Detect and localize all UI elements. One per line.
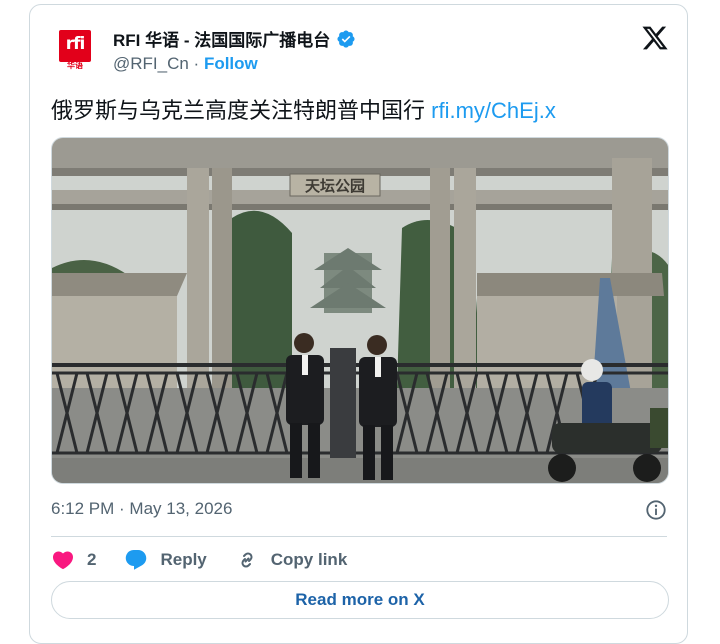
timestamp-row: 6:12 PM · May 13, 2026: [51, 499, 667, 523]
action-bar: 2 Reply Copy link: [51, 547, 375, 573]
like-count: 2: [87, 550, 97, 569]
tweet-card: rfi 华语 RFI 华语 - 法国国际广播电台 @RFI_Cn · Follo…: [29, 4, 688, 644]
tweet-body: 俄罗斯与乌克兰高度关注特朗普中国行: [51, 98, 426, 123]
read-more-button[interactable]: Read more on X: [51, 581, 669, 619]
gate-sign: 天坛公园: [305, 177, 365, 195]
copy-link-label: Copy link: [270, 550, 348, 569]
handle[interactable]: @RFI_Cn: [113, 54, 189, 73]
tweet-photo[interactable]: 天坛公园: [51, 137, 669, 484]
tweet-header: rfi 华语 RFI 华语 - 法国国际广播电台 @RFI_Cn · Follo…: [51, 20, 669, 80]
name-row: RFI 华语 - 法国国际广播电台: [113, 26, 356, 51]
avatar[interactable]: rfi 华语: [51, 26, 95, 70]
rfi-logo-text: rfi: [65, 34, 86, 54]
copy-link-button[interactable]: Copy link: [235, 548, 348, 572]
reply-button[interactable]: Reply: [124, 548, 207, 572]
handle-row: @RFI_Cn · Follow: [113, 54, 258, 74]
read-more-label: Read more on X: [295, 590, 425, 609]
rfi-logo: rfi: [59, 30, 91, 62]
speech-bubble-icon: [126, 550, 147, 570]
info-icon[interactable]: [645, 499, 667, 521]
tweet-link[interactable]: rfi.my/ChEj.x: [431, 98, 556, 123]
link-icon: [241, 552, 253, 568]
divider: [51, 536, 667, 537]
photo-gate-scene: 天坛公园: [52, 138, 668, 483]
heart-icon: [52, 551, 74, 570]
timestamp[interactable]: 6:12 PM · May 13, 2026: [51, 499, 232, 519]
reply-label: Reply: [160, 550, 207, 569]
rfi-logo-subtext: 华语: [67, 61, 83, 70]
like-button[interactable]: 2: [51, 548, 96, 572]
verified-badge-icon: [337, 29, 355, 48]
tweet-text: 俄罗斯与乌克兰高度关注特朗普中国行 rfi.my/ChEj.x: [51, 93, 556, 125]
follow-button[interactable]: Follow: [204, 54, 258, 73]
x-logo-icon[interactable]: [641, 24, 669, 52]
display-name[interactable]: RFI 华语 - 法国国际广播电台: [113, 26, 330, 51]
handle-separator: ·: [188, 54, 204, 73]
